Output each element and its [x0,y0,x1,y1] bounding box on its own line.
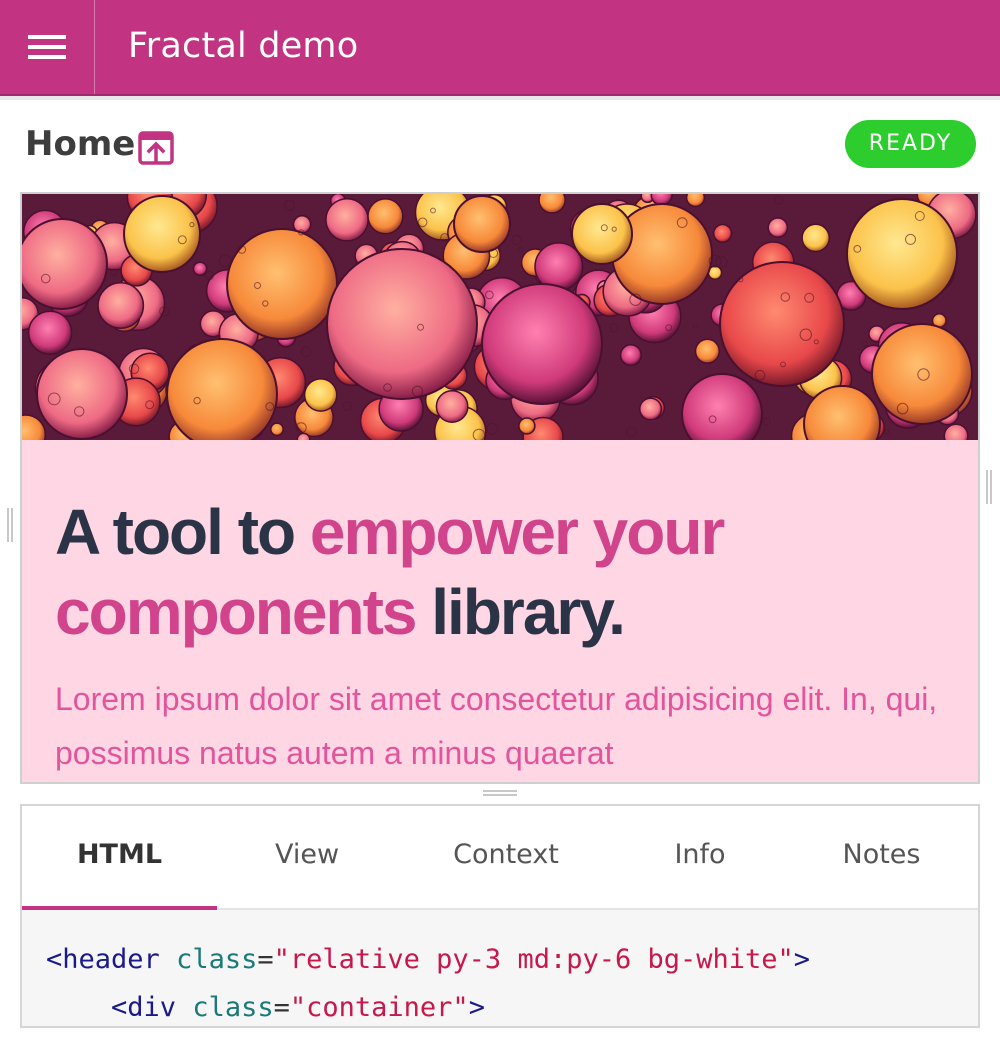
bubbles-hero-image [22,194,978,440]
status-badge: READY [845,120,976,168]
code-view[interactable]: <header class="relative py-3 md:py-6 bg-… [22,910,978,1026]
headline-part1: A tool to [55,496,310,568]
panel-tabs: HTML View Context Info Notes [22,806,978,910]
tab-notes[interactable]: Notes [785,806,978,910]
app-header: Fractal demo [0,0,1000,96]
code-line: <header class="relative py-3 md:py-6 bg-… [46,944,811,975]
menu-bars [28,35,66,59]
hamburger-icon[interactable] [0,0,95,94]
headline-part2: library. [415,576,626,648]
component-preview: A tool to empower your components librar… [20,192,980,784]
tab-view[interactable]: View [217,806,397,910]
tab-context[interactable]: Context [397,806,615,910]
tab-html[interactable]: HTML [22,806,217,910]
tab-info[interactable]: Info [615,806,785,910]
hero-body-text: Lorem ipsum dolor sit amet consectetur a… [55,681,938,771]
resize-handle-left[interactable] [7,508,13,542]
open-external-icon[interactable] [138,131,174,165]
resize-handle-right[interactable] [986,470,992,504]
resize-handle-bottom[interactable] [483,790,517,796]
app-title[interactable]: Fractal demo [128,26,358,66]
component-title: Home [25,124,136,164]
code-line: <div class="container"> [111,992,485,1023]
hero-headline: A tool to empower your components librar… [55,492,935,652]
info-panel: HTML View Context Info Notes <header cla… [20,804,980,1028]
header-divider [0,96,1000,100]
